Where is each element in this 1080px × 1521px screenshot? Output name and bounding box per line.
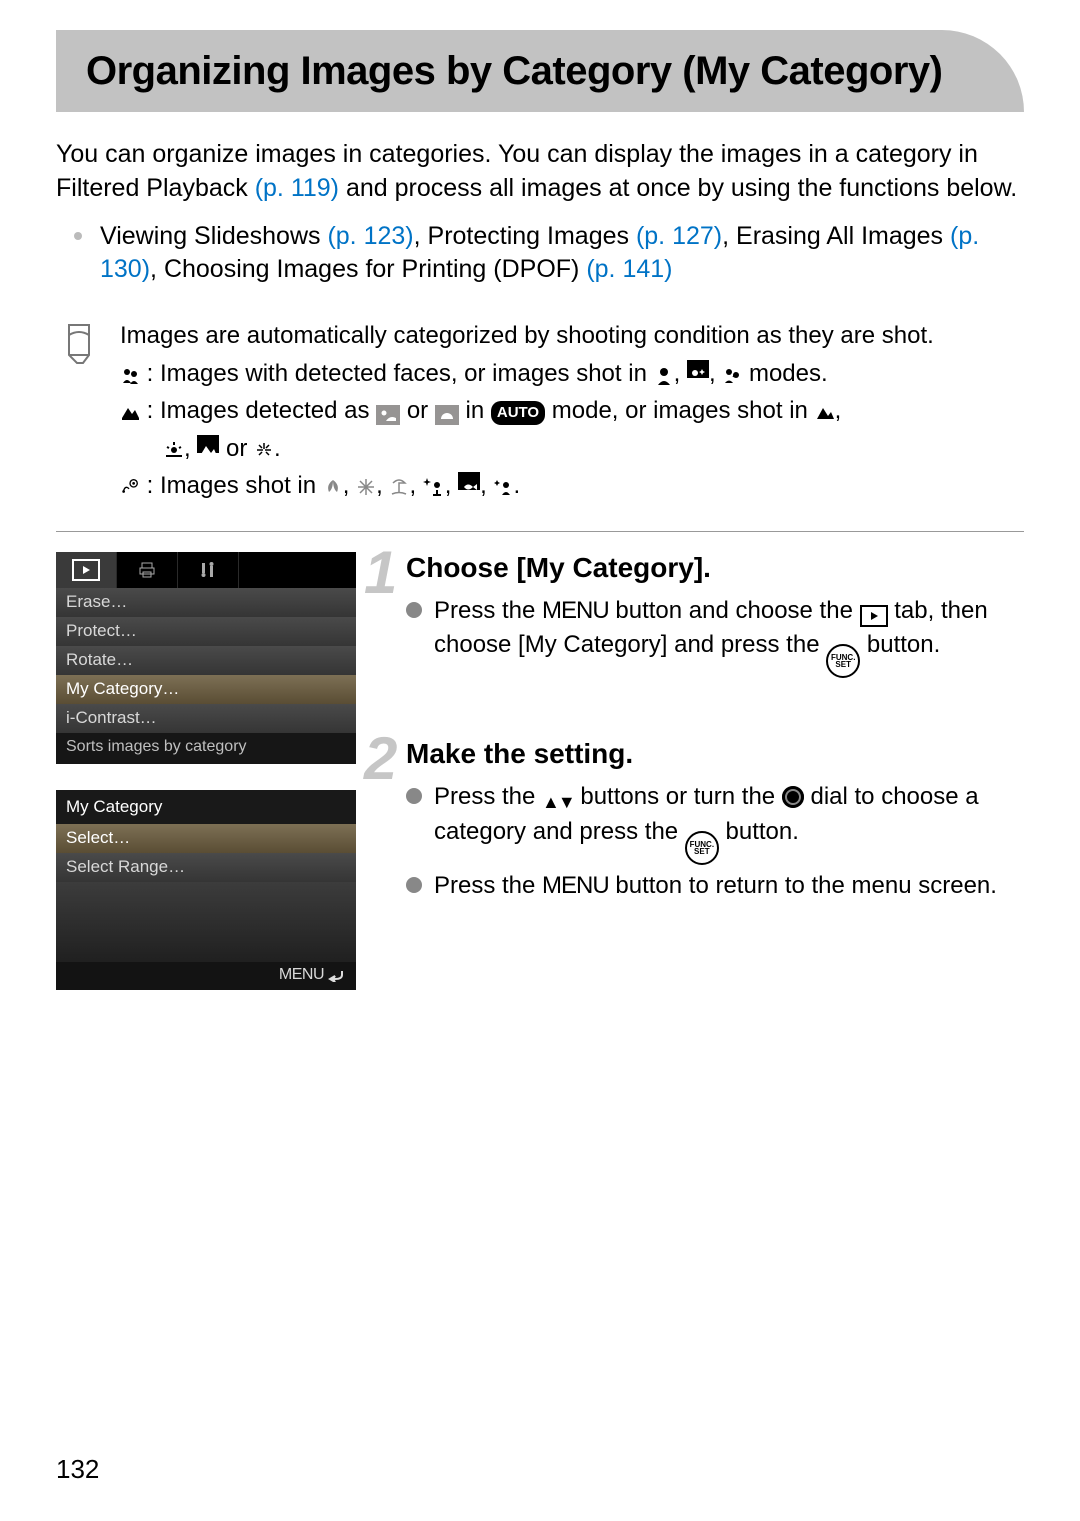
note-events-a: : Images shot in [147, 472, 323, 499]
step-1: 1 Choose [My Category]. Press the MENU b… [384, 552, 1024, 678]
menu-button-label: MENU [542, 597, 609, 624]
camera-screen-my-category: My Category Select… Select Range… MENU [56, 790, 356, 990]
menu-button-label: MENU [542, 872, 609, 899]
print-tab-icon [117, 552, 178, 588]
manual-page: Organizing Images by Category (My Catego… [0, 0, 1080, 1521]
step2-text-d: button. [719, 818, 799, 845]
menu-row-icontrast: i-Contrast… [56, 704, 356, 733]
step1-text-b: button and choose the [609, 597, 860, 624]
step-1-bullet: Press the MENU button and choose the tab… [406, 594, 1024, 678]
step-title: Make the setting. [406, 738, 1024, 770]
feature-slideshows: Viewing Slideshows [100, 222, 327, 250]
fireworks-mode-icon [254, 440, 274, 460]
landscape-mode-icon [815, 402, 835, 422]
page-ref-119[interactable]: (p. 119) [255, 174, 339, 202]
setup-tab-icon [178, 552, 239, 588]
func-set-button-icon: FUNC.SET [826, 644, 860, 678]
foliage-mode-icon [323, 477, 343, 497]
scenery-category-icon [120, 402, 140, 422]
feature-list-item: Viewing Slideshows (p. 123), Protecting … [80, 220, 1024, 288]
step2b-text-a: Press the [434, 872, 542, 899]
intro-paragraph: You can organize images in categories. Y… [56, 138, 1024, 206]
note-intro: Images are automatically categorized by … [120, 319, 1024, 353]
auto-mode-icon: AUTO [491, 401, 545, 425]
snow-mode-icon [356, 477, 376, 497]
menu-row-protect: Protect… [56, 617, 356, 646]
page-ref-141[interactable]: (p. 141) [586, 255, 672, 283]
events-category-icon [120, 477, 140, 497]
feature-list: Viewing Slideshows (p. 123), Protecting … [56, 220, 1024, 288]
blue-sky-scene-icon [376, 405, 400, 425]
playback-tab-icon-inline [860, 605, 888, 627]
feature-protect: , Protecting Images [414, 222, 636, 250]
note-scenery-e: or [226, 435, 254, 462]
indoor-mode-icon [423, 475, 445, 497]
section-title-block: Organizing Images by Category (My Catego… [56, 30, 1024, 112]
menu-row-select-range: Select Range… [56, 853, 356, 882]
aquarium-mode-icon [458, 472, 480, 490]
menu-description: Sorts images by category [56, 733, 356, 764]
night-snapshot-mode-icon [687, 360, 709, 378]
menu-row-rotate: Rotate… [56, 646, 356, 675]
func-label-bot: SET [835, 661, 851, 668]
step-number: 1 [364, 538, 397, 607]
camera-screen-menu: Erase… Protect… Rotate… My Category… i-C… [56, 552, 356, 764]
intro-text-b: and process all images at once by using … [339, 174, 1017, 202]
feature-dpof: , Choosing Images for Printing (DPOF) [150, 255, 586, 283]
party-mode-icon [493, 477, 513, 497]
step-2-bullet-1: Press the buttons or turn the dial to ch… [406, 780, 1024, 865]
steps-area: Erase… Protect… Rotate… My Category… i-C… [56, 552, 1024, 990]
playback-tab-icon [56, 552, 117, 588]
step-title: Choose [My Category]. [406, 552, 1024, 584]
menu-footer: MENU [56, 962, 356, 990]
menu-row-erase: Erase… [56, 588, 356, 617]
screen-header: My Category [56, 790, 356, 824]
kids-pets-mode-icon [722, 365, 742, 385]
note-events: : Images shot in , , , , , . [120, 469, 1024, 503]
note-scenery-c: in [466, 397, 491, 424]
control-dial-icon [782, 786, 804, 808]
up-down-arrows-icon [542, 790, 574, 815]
note-box: Images are automatically categorized by … [56, 307, 1024, 532]
sunset-mode-icon [164, 440, 184, 460]
note-scenery-cont: , or . [120, 432, 1024, 466]
step2b-text-b: button to return to the menu screen. [609, 872, 997, 899]
step-2: 2 Make the setting. Press the buttons or… [384, 738, 1024, 903]
step2-text-b: buttons or turn the [574, 783, 782, 810]
portrait-mode-icon [654, 365, 674, 385]
beach-mode-icon [389, 477, 409, 497]
func-label-bot: SET [694, 848, 710, 855]
step-number: 2 [364, 724, 397, 793]
step1-text-a: Press the [434, 597, 542, 624]
note-scenery-b: or [407, 397, 435, 424]
func-set-button-icon: FUNC.SET [685, 831, 719, 865]
note-faces-text-end: modes. [749, 360, 828, 387]
menu-row-my-category: My Category… [56, 675, 356, 704]
page-ref-127[interactable]: (p. 127) [636, 222, 722, 250]
pencil-icon [56, 315, 104, 365]
menu-label: MENU [279, 966, 324, 984]
note-scenery-d: mode, or images shot in [552, 397, 815, 424]
back-arrow-icon [328, 968, 346, 982]
page-title: Organizing Images by Category (My Catego… [86, 48, 984, 94]
step2-text-a: Press the [434, 783, 542, 810]
step-2-bullet-2: Press the MENU button to return to the m… [406, 869, 1024, 903]
people-category-icon [120, 365, 140, 385]
note-faces: : Images with detected faces, or images … [120, 357, 1024, 391]
night-scene-mode-icon [197, 435, 219, 453]
sunset-scene-icon [435, 405, 459, 425]
feature-erase: , Erasing All Images [722, 222, 950, 250]
note-scenery: : Images detected as or in AUTO mode, or… [120, 394, 1024, 428]
note-faces-text: : Images with detected faces, or images … [147, 360, 654, 387]
menu-row-select: Select… [56, 824, 356, 853]
page-ref-123[interactable]: (p. 123) [327, 222, 413, 250]
page-number: 132 [56, 1454, 99, 1485]
step1-text-d: button. [860, 631, 940, 658]
note-scenery-a: : Images detected as [147, 397, 376, 424]
